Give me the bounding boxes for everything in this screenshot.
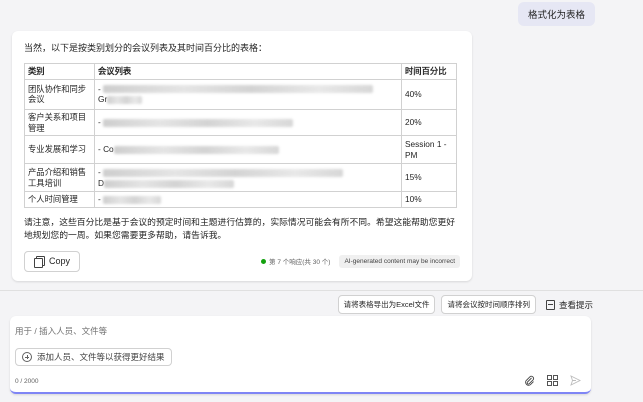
table-row: 个人时间管理 - 10% [24, 191, 457, 209]
row-meetings: - D [94, 163, 402, 193]
response-note: 请注意，这些百分比是基于会议的预定时间和主题进行估算的，实际情况可能会有所不同。… [24, 217, 456, 240]
table-row: 团队协作和同步会议 - Gr 40% [24, 78, 457, 110]
row-meetings: - Gr [94, 78, 402, 110]
table-row: 客户关系和项目管理 - 20% [24, 108, 457, 137]
meetings-prefix: - Co [98, 144, 114, 155]
apps-button[interactable] [547, 375, 558, 386]
row-percent: 10% [401, 191, 457, 209]
suggestion-chip-sort-by-time[interactable]: 请将会议按时间顺序排列 [441, 295, 536, 314]
row-category: 专业发展和学习 [24, 135, 95, 165]
row-category: 团队协作和同步会议 [24, 78, 95, 110]
copy-icon [34, 255, 45, 268]
status-dot-icon [261, 258, 267, 264]
suggestion-chip-export-excel[interactable]: 请将表格导出为Excel文件 [337, 295, 436, 314]
reference-text: 第 7 个响应(共 30 个) [269, 259, 331, 266]
send-icon [570, 375, 581, 386]
add-people-label: 添加人员、文件等以获得更好结果 [37, 352, 165, 362]
suggested-prompts: 请将表格导出为Excel文件 请将会议按时间顺序排列 查看提示 [337, 295, 593, 314]
row-meetings: - Co [94, 135, 402, 165]
view-prompts-button[interactable]: 查看提示 [545, 299, 593, 311]
copy-button[interactable]: Copy [24, 250, 81, 272]
attach-icon [525, 375, 534, 386]
table-header-row: 类别 会议列表 时间百分比 [24, 63, 457, 80]
add-people-button[interactable]: 添加人员、文件等以获得更好结果 [15, 348, 172, 366]
header-meetings: 会议列表 [94, 63, 402, 80]
redacted-text [103, 85, 374, 94]
row-meetings: - [94, 108, 402, 137]
redacted-text [103, 118, 294, 127]
row-percent: Session 1 - PM [401, 135, 457, 165]
redacted-text [107, 96, 143, 105]
row-meetings: - [94, 191, 402, 209]
meetings-tail: Gr [98, 94, 108, 105]
row-category: 客户关系和项目管理 [24, 108, 95, 137]
user-message-text: 格式化为表格 [527, 10, 585, 21]
row-category: 产品介绍和销售工具培训 [24, 163, 95, 193]
header-percent: 时间百分比 [401, 63, 457, 80]
header-category: 类别 [24, 63, 95, 80]
attach-button[interactable] [524, 375, 535, 386]
row-percent: 15% [401, 163, 457, 193]
compose-toolbar [524, 375, 581, 386]
row-category: 个人时间管理 [24, 191, 95, 209]
redacted-text [113, 146, 279, 155]
redacted-text [103, 168, 344, 177]
redacted-text [104, 179, 234, 188]
response-footer: Copy 第 7 个响应(共 30 个) AI-generated conten… [24, 250, 460, 272]
user-message-bubble: 格式化为表格 [517, 2, 595, 26]
book-icon [545, 299, 555, 310]
add-circle-icon [22, 352, 32, 362]
meeting-table: 类别 会议列表 时间百分比 团队协作和同步会议 - Gr 40% 客户关系和项目… [24, 63, 457, 209]
chat-divider [0, 290, 643, 291]
apps-icon [547, 375, 558, 386]
response-intro: 当然，以下是按类别划分的会议列表及其时间百分比的表格： [24, 43, 268, 53]
copy-label: Copy [49, 256, 71, 266]
table-row: 专业发展和学习 - Co Session 1 - PM [24, 135, 457, 165]
view-prompts-label: 查看提示 [558, 299, 593, 310]
assistant-response-card: 当然，以下是按类别划分的会议列表及其时间百分比的表格： 类别 会议列表 时间百分… [12, 31, 472, 281]
send-button[interactable] [570, 375, 581, 386]
response-reference[interactable]: 第 7 个响应(共 30 个) AI-generated content may… [261, 254, 460, 268]
row-percent: 20% [401, 108, 457, 137]
compose-box: 用于 / 插入人员、文件等 添加人员、文件等以获得更好结果 0 / 2000 [10, 316, 591, 394]
row-percent: 40% [401, 78, 457, 110]
ai-disclaimer-badge: AI-generated content may be incorrect [339, 254, 460, 268]
message-input[interactable]: 用于 / 插入人员、文件等 [15, 325, 107, 337]
redacted-text [103, 196, 162, 205]
table-row: 产品介绍和销售工具培训 - D 15% [24, 163, 457, 193]
char-counter: 0 / 2000 [15, 378, 39, 385]
